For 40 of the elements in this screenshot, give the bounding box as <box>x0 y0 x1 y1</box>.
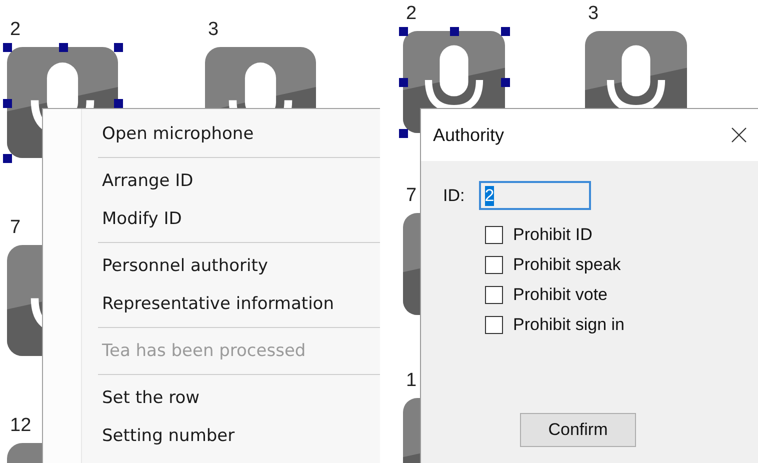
selection-handle[interactable] <box>399 78 408 87</box>
tile-number: 2 <box>10 19 21 41</box>
id-input-field[interactable]: 2 <box>478 181 591 210</box>
selection-handle[interactable] <box>3 98 12 108</box>
selection-handle[interactable] <box>501 27 510 36</box>
tile-number: 2 <box>406 3 417 25</box>
checkbox-label: Prohibit speak <box>513 255 621 275</box>
tile-number: 7 <box>406 185 417 207</box>
confirm-button[interactable]: Confirm <box>520 413 636 447</box>
menu-item[interactable]: Set the row <box>102 379 200 417</box>
id-label: ID: <box>443 186 465 206</box>
menu-item[interactable]: Modify ID <box>102 200 182 238</box>
checkbox[interactable] <box>485 316 503 334</box>
menu-item[interactable]: Arrange ID <box>102 162 194 200</box>
menu-item[interactable]: Personnel authority <box>102 247 268 285</box>
checkbox-label: Prohibit ID <box>513 225 592 245</box>
tile-number: 12 <box>10 415 32 437</box>
menu-item[interactable]: Open microphone <box>102 115 254 153</box>
menu-item[interactable]: Setting number <box>102 417 235 455</box>
selection-handle[interactable] <box>58 43 68 52</box>
selection-handle[interactable] <box>399 129 408 138</box>
tile-number: 1 <box>406 370 417 392</box>
checkbox-label: Prohibit sign in <box>513 315 625 335</box>
selection-handle[interactable] <box>501 78 510 87</box>
checkbox-label: Prohibit vote <box>513 285 608 305</box>
selection-handle[interactable] <box>3 43 12 52</box>
menu-item[interactable]: Representative information <box>102 285 334 323</box>
dialog-title: Authority <box>433 124 504 146</box>
tile-number: 3 <box>588 3 599 25</box>
selection-handle[interactable] <box>450 27 459 36</box>
tile-number: 3 <box>208 19 219 41</box>
checkbox[interactable] <box>485 226 503 244</box>
selection-handle[interactable] <box>3 154 12 163</box>
selection-handle[interactable] <box>114 98 123 108</box>
selection-handle[interactable] <box>399 27 408 36</box>
checkbox[interactable] <box>485 256 503 274</box>
checkbox[interactable] <box>485 286 503 304</box>
tile-number: 7 <box>10 217 21 239</box>
selection-handle[interactable] <box>114 43 123 52</box>
close-icon[interactable] <box>731 127 747 143</box>
